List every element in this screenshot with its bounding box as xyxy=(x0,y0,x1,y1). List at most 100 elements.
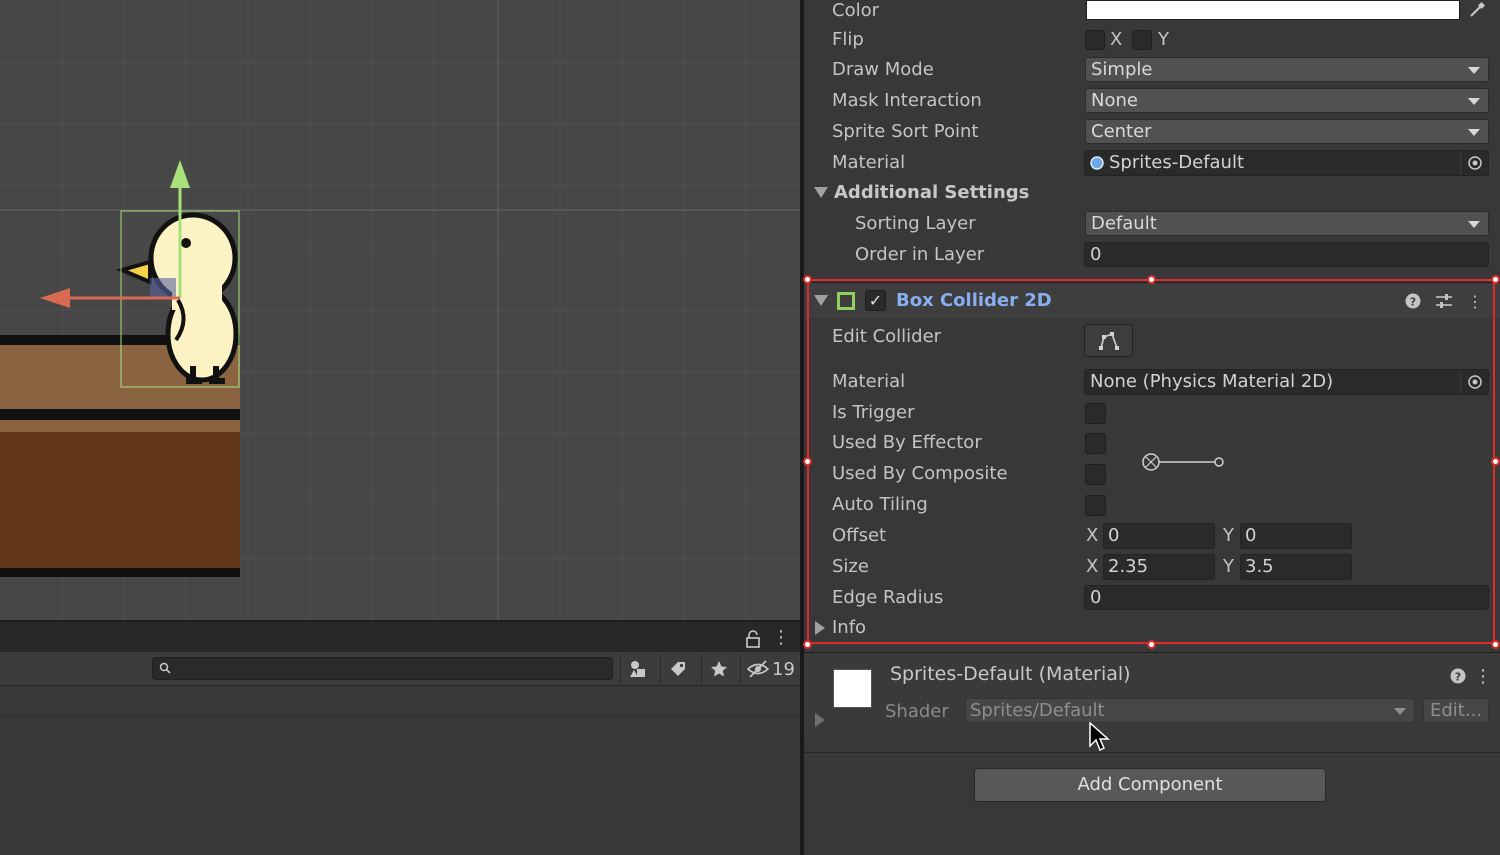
search-icon xyxy=(159,662,171,674)
object-picker-icon[interactable] xyxy=(1460,370,1488,394)
material-preview-thumbnail[interactable] xyxy=(833,669,872,708)
info-label: Info xyxy=(832,617,867,638)
project-toolbar: 19 xyxy=(0,652,800,686)
selection-handle[interactable] xyxy=(1147,275,1156,284)
sprite-sort-point-value: Center xyxy=(1091,121,1152,142)
sprite-sort-point-label: Sprite Sort Point xyxy=(832,121,979,142)
used-by-composite-label: Used By Composite xyxy=(832,463,1008,484)
component-enabled-checkbox[interactable]: ✓ xyxy=(865,290,886,311)
flip-y-label: Y xyxy=(1158,29,1169,50)
expand-arrow-icon[interactable] xyxy=(815,713,825,727)
is-trigger-checkbox[interactable] xyxy=(1085,403,1106,424)
size-x-input[interactable]: 2.35 xyxy=(1103,554,1215,580)
offset-y-input[interactable]: 0 xyxy=(1240,523,1352,549)
edit-collider-button[interactable] xyxy=(1084,324,1133,357)
flip-x-checkbox[interactable] xyxy=(1085,30,1105,50)
offset-y-label: Y xyxy=(1223,525,1234,546)
chevron-down-icon xyxy=(1468,221,1480,228)
filter-by-label-icon[interactable] xyxy=(660,654,694,684)
project-breadcrumb-row xyxy=(0,687,800,717)
shader-label: Shader xyxy=(885,701,949,722)
chevron-down-icon xyxy=(1394,708,1406,715)
additional-settings-foldout[interactable]: Additional Settings xyxy=(804,179,1500,210)
foldout-arrow-icon xyxy=(814,187,828,198)
draw-mode-value: Simple xyxy=(1091,59,1153,80)
more-options-icon[interactable]: ⋮ xyxy=(772,628,790,648)
is-trigger-row: Is Trigger xyxy=(804,398,1500,429)
material-title: Sprites-Default (Material) xyxy=(890,663,1131,685)
draw-mode-dropdown[interactable]: Simple xyxy=(1085,57,1489,82)
size-y-input[interactable]: 3.5 xyxy=(1240,554,1352,580)
presets-icon[interactable] xyxy=(1434,291,1454,311)
material-section: Sprites-Default (Material) ? ⋮ Shader Sp… xyxy=(804,652,1500,737)
used-by-effector-checkbox[interactable] xyxy=(1085,433,1106,454)
auto-tiling-checkbox[interactable] xyxy=(1085,495,1106,516)
eyedropper-icon[interactable] xyxy=(1464,0,1490,21)
mask-interaction-row: Mask Interaction None xyxy=(804,86,1500,117)
used-by-effector-label: Used By Effector xyxy=(832,432,982,453)
selection-handle[interactable] xyxy=(803,457,812,466)
edit-collider-label: Edit Collider xyxy=(832,326,942,347)
sprite-material-value: Sprites-Default xyxy=(1109,152,1245,173)
section-divider xyxy=(804,752,1500,753)
component-menu-icon[interactable]: ⋮ xyxy=(1473,666,1493,687)
foldout-arrow-icon[interactable] xyxy=(814,295,828,306)
svg-text:?: ? xyxy=(1455,671,1461,684)
box-collider-icon xyxy=(837,292,855,310)
mask-interaction-dropdown[interactable]: None xyxy=(1085,88,1489,113)
color-label: Color xyxy=(832,0,879,21)
shader-value: Sprites/Default xyxy=(970,700,1105,721)
physics-material-field[interactable]: None (Physics Material 2D) xyxy=(1084,369,1489,395)
selection-handle[interactable] xyxy=(1491,275,1500,284)
shader-dropdown[interactable]: Sprites/Default xyxy=(965,698,1415,723)
add-component-button[interactable]: Add Component xyxy=(974,768,1326,802)
sorting-layer-label: Sorting Layer xyxy=(855,213,976,234)
selection-handle[interactable] xyxy=(803,640,812,649)
edit-collider-icon xyxy=(1098,331,1119,350)
flip-x-label: X xyxy=(1110,29,1123,50)
chevron-down-icon xyxy=(1468,129,1480,136)
foldout-arrow-icon xyxy=(815,621,825,635)
scene-view[interactable] xyxy=(0,0,800,620)
shader-edit-button[interactable]: Edit... xyxy=(1423,698,1489,723)
color-row: Color xyxy=(804,0,1500,27)
auto-tiling-row: Auto Tiling xyxy=(804,490,1500,521)
edge-radius-input[interactable]: 0 xyxy=(1084,585,1489,610)
lock-icon[interactable] xyxy=(744,630,762,648)
sprite-sort-point-dropdown[interactable]: Center xyxy=(1085,119,1489,144)
sorting-layer-dropdown[interactable]: Default xyxy=(1085,211,1489,236)
order-in-layer-label: Order in Layer xyxy=(855,244,985,265)
component-menu-icon[interactable]: ⋮ xyxy=(1465,291,1485,311)
order-in-layer-row: Order in Layer 0 xyxy=(804,240,1500,271)
selection-handle[interactable] xyxy=(1147,640,1156,649)
physics-material-row: Material None (Physics Material 2D) xyxy=(804,367,1500,398)
order-in-layer-input[interactable]: 0 xyxy=(1084,242,1489,267)
sprite-material-field[interactable]: Sprites-Default xyxy=(1084,150,1489,176)
box-collider-header[interactable]: ✓ Box Collider 2D ? ⋮ xyxy=(804,282,1500,318)
selection-handle[interactable] xyxy=(1491,457,1500,466)
material-sphere-icon xyxy=(1090,156,1104,170)
selection-handle[interactable] xyxy=(803,275,812,284)
draw-mode-row: Draw Mode Simple xyxy=(804,55,1500,86)
edge-radius-label: Edge Radius xyxy=(832,587,944,608)
project-panel: ⋮ 19 xyxy=(0,620,800,855)
color-field[interactable] xyxy=(1086,0,1460,20)
help-icon[interactable]: ? xyxy=(1448,666,1468,686)
used-by-composite-checkbox[interactable] xyxy=(1085,464,1106,485)
mouse-cursor-icon xyxy=(1089,722,1110,752)
rotation-pivot-handle[interactable] xyxy=(1138,450,1228,474)
favorites-star-icon[interactable] xyxy=(701,654,735,684)
hidden-packages-toggle[interactable]: 19 xyxy=(740,654,800,684)
offset-x-input[interactable]: 0 xyxy=(1103,523,1215,549)
inspector-panel: Color Flip X Y Draw Mode Simple Mask Int… xyxy=(804,0,1500,855)
scene-canvas[interactable] xyxy=(0,0,800,620)
filter-by-type-icon[interactable] xyxy=(620,654,654,684)
flip-y-checkbox[interactable] xyxy=(1132,30,1152,50)
mask-interaction-value: None xyxy=(1091,90,1138,111)
object-picker-icon[interactable] xyxy=(1460,151,1488,175)
selection-handle[interactable] xyxy=(1491,640,1500,649)
sprite-material-row: Material Sprites-Default xyxy=(804,148,1500,179)
sorting-layer-row: Sorting Layer Default xyxy=(804,209,1500,240)
search-input[interactable] xyxy=(152,657,613,680)
help-icon[interactable]: ? xyxy=(1403,291,1423,311)
